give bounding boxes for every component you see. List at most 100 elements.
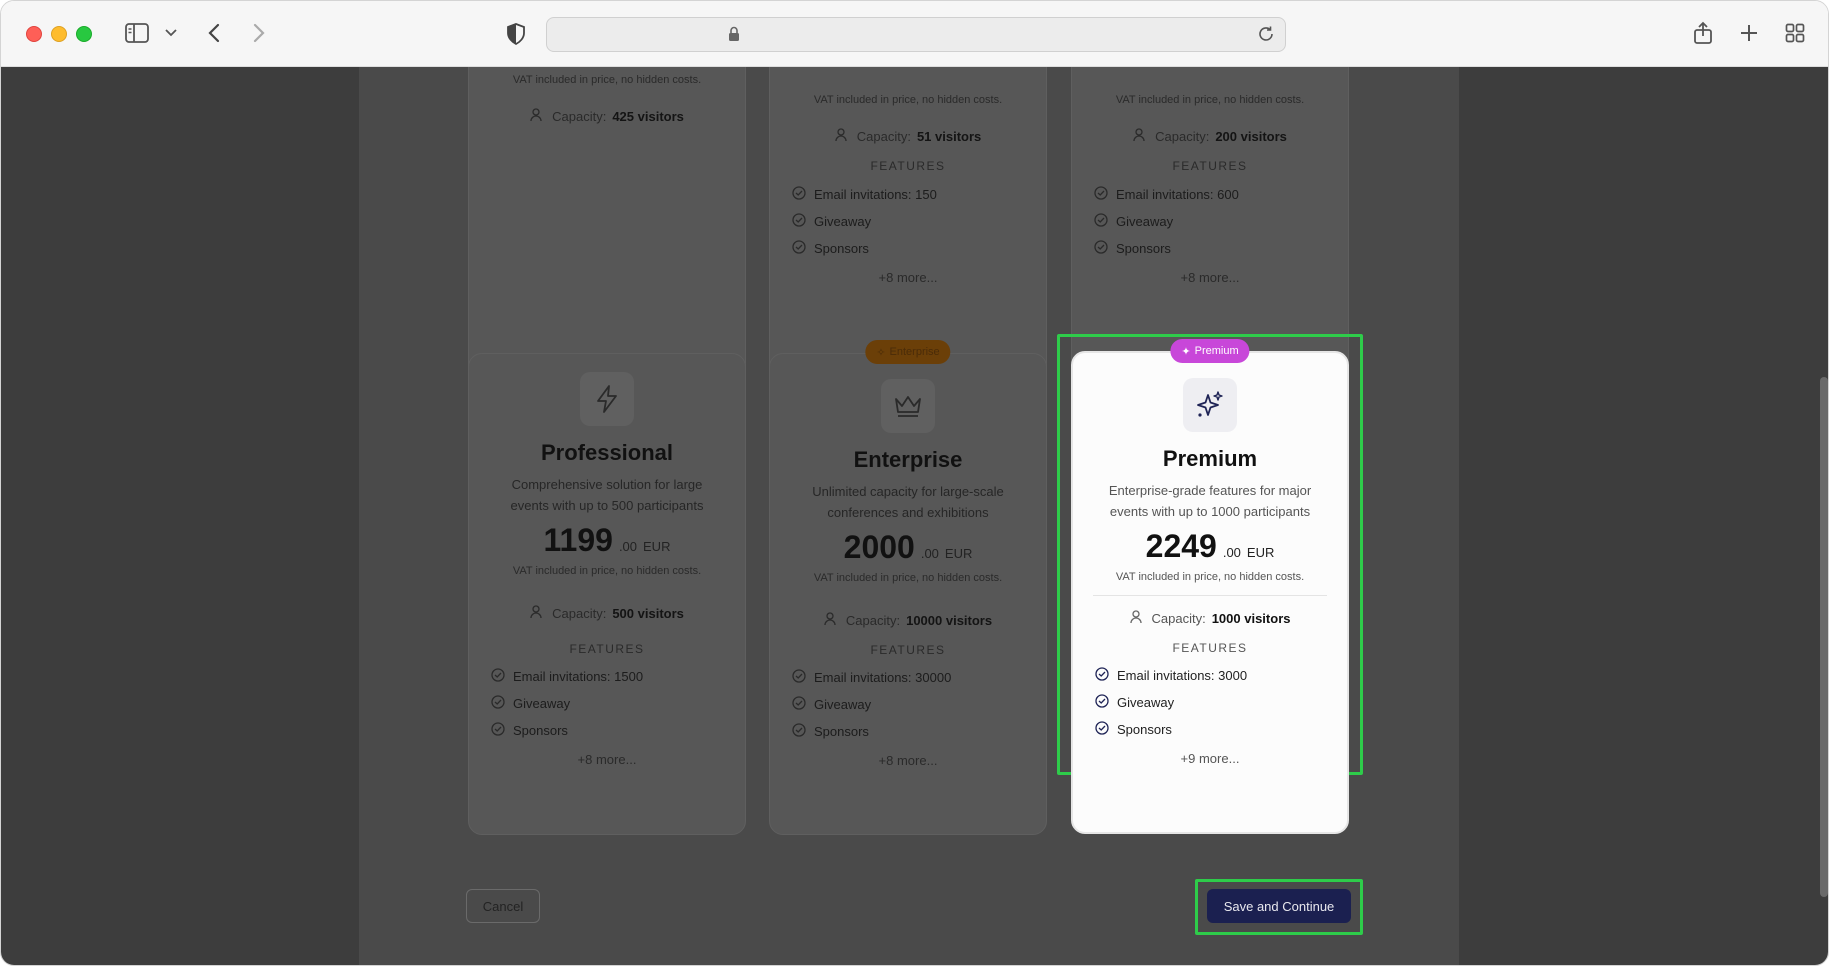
feature-item: Sponsors xyxy=(770,235,1046,262)
badge-label: Enterprise xyxy=(889,346,940,358)
scrollbar[interactable] xyxy=(1820,377,1828,897)
plan-title: Professional xyxy=(540,440,674,465)
feature-label: Email invitations: 150 xyxy=(814,187,937,202)
check-circle-icon xyxy=(1094,186,1108,203)
tag-icon: ✧ xyxy=(876,346,886,359)
feature-label: Sponsors xyxy=(513,723,568,738)
feature-item: Sponsors xyxy=(770,718,1046,745)
feature-item: Sponsors xyxy=(1072,235,1348,262)
capacity-label: Capacity: xyxy=(552,109,607,124)
feature-label: Giveaway xyxy=(1117,695,1175,710)
capacity-row: Capacity: 500 visitors xyxy=(469,605,745,622)
more-features-link[interactable]: +8 more... xyxy=(770,270,1046,285)
price-amount: 1199 xyxy=(543,522,613,558)
features-title: FEATURES xyxy=(569,642,645,656)
sparkles-icon xyxy=(1183,378,1237,432)
check-circle-icon xyxy=(792,186,806,203)
vat-note: VAT included in price, no hidden costs. xyxy=(813,94,1003,106)
address-bar[interactable] xyxy=(546,17,1286,52)
capacity-label: Capacity: xyxy=(856,129,911,144)
plan-card-premium[interactable]: ✦ Premium Premium Enterprise-grade featu… xyxy=(1071,339,1349,834)
plan-card-professional[interactable]: Professional Comprehensive solution for … xyxy=(468,353,746,835)
capacity-label: Capacity: xyxy=(1155,129,1210,144)
badge-label: Premium xyxy=(1194,345,1239,357)
feature-item: Email invitations: 1500 xyxy=(469,663,745,690)
plan-description: Comprehensive solution for large events … xyxy=(510,477,704,513)
feature-item: Giveaway xyxy=(1072,208,1348,235)
maximize-window-button[interactable] xyxy=(76,26,92,42)
forward-icon[interactable] xyxy=(252,23,266,43)
plan-description: Unlimited capacity for large-scale confe… xyxy=(812,484,1004,520)
share-icon[interactable] xyxy=(1693,21,1713,45)
browser-window: VAT included in price, no hidden costs. … xyxy=(0,0,1829,966)
capacity-row: Capacity: 425 visitors xyxy=(469,108,745,125)
check-circle-icon xyxy=(792,696,806,713)
more-features-link[interactable]: +8 more... xyxy=(1072,270,1348,285)
save-and-continue-button[interactable]: Save and Continue xyxy=(1207,889,1351,923)
users-icon xyxy=(824,612,840,629)
cancel-button[interactable]: Cancel xyxy=(466,889,540,923)
users-icon xyxy=(1133,128,1149,145)
check-circle-icon xyxy=(491,668,505,685)
plan-title: Premium xyxy=(1162,446,1258,471)
capacity-label: Capacity: xyxy=(1151,611,1206,626)
plan-card-enterprise[interactable]: ✧ Enterprise Enterprise Unlimited capaci… xyxy=(769,340,1047,835)
feature-item: Email invitations: 150 xyxy=(770,181,1046,208)
price-cents: .00 xyxy=(618,539,638,554)
sparkle-tag-icon: ✦ xyxy=(1181,345,1191,358)
check-circle-icon xyxy=(1095,694,1109,711)
plus-icon[interactable] xyxy=(1739,23,1759,43)
check-circle-icon xyxy=(792,240,806,257)
feature-label: Giveaway xyxy=(814,214,872,229)
feature-label: Email invitations: 30000 xyxy=(814,670,952,685)
feature-label: Sponsors xyxy=(814,724,869,739)
premium-badge: ✦ Premium xyxy=(1170,339,1250,363)
feature-item: Sponsors xyxy=(1073,716,1347,743)
plan-description: Enterprise-grade features for major even… xyxy=(1108,483,1312,519)
users-icon xyxy=(530,605,546,622)
capacity-row: Capacity: 51 visitors xyxy=(770,128,1046,145)
price-cents: .00 xyxy=(920,546,939,561)
plan-price: 2249 .00 EUR xyxy=(1073,528,1347,565)
feature-item: Giveaway xyxy=(770,208,1046,235)
check-circle-icon xyxy=(792,723,806,740)
more-features-link[interactable]: +9 more... xyxy=(1073,751,1347,766)
enterprise-badge: ✧ Enterprise xyxy=(865,340,951,364)
back-icon[interactable] xyxy=(207,23,221,43)
more-features-link[interactable]: +8 more... xyxy=(770,753,1046,768)
users-icon xyxy=(1129,610,1146,627)
more-features-link[interactable]: +8 more... xyxy=(469,752,745,767)
reload-icon[interactable] xyxy=(1257,25,1275,48)
feature-item: Giveaway xyxy=(469,690,745,717)
check-circle-icon xyxy=(1094,213,1108,230)
plan-card-top-1[interactable]: VAT included in price, no hidden costs. … xyxy=(468,67,746,391)
tabs-grid-icon[interactable] xyxy=(1785,23,1805,43)
chevron-down-icon[interactable] xyxy=(165,29,177,37)
vat-note: VAT included in price, no hidden costs. xyxy=(813,572,1003,584)
sidebar-icon[interactable] xyxy=(125,23,149,43)
vat-note: VAT included in price, no hidden costs. xyxy=(1115,94,1305,106)
features-title: FEATURES xyxy=(870,643,946,657)
close-window-button[interactable] xyxy=(26,26,42,42)
capacity-row: Capacity: 200 visitors xyxy=(1072,128,1348,145)
capacity-label: Capacity: xyxy=(552,606,607,621)
plan-title: Enterprise xyxy=(853,447,963,472)
feature-item: Giveaway xyxy=(770,691,1046,718)
feature-item: Email invitations: 600 xyxy=(1072,181,1348,208)
capacity-row: Capacity: 10000 visitors xyxy=(770,612,1046,629)
price-amount: 2249 xyxy=(1145,528,1217,564)
feature-item: Sponsors xyxy=(469,717,745,744)
check-circle-icon xyxy=(491,695,505,712)
shield-icon[interactable] xyxy=(506,23,526,45)
feature-label: Giveaway xyxy=(513,696,571,711)
users-icon xyxy=(835,128,851,145)
plan-price: 2000 .00 EUR xyxy=(770,529,1046,566)
check-circle-icon xyxy=(792,213,806,230)
capacity-value: 500 visitors xyxy=(612,606,684,621)
feature-label: Sponsors xyxy=(1116,241,1171,256)
plan-price: 1199 .00 EUR xyxy=(469,522,745,559)
price-currency: EUR xyxy=(944,546,973,561)
check-circle-icon xyxy=(1094,240,1108,257)
feature-label: Giveaway xyxy=(1116,214,1174,229)
minimize-window-button[interactable] xyxy=(51,26,67,42)
